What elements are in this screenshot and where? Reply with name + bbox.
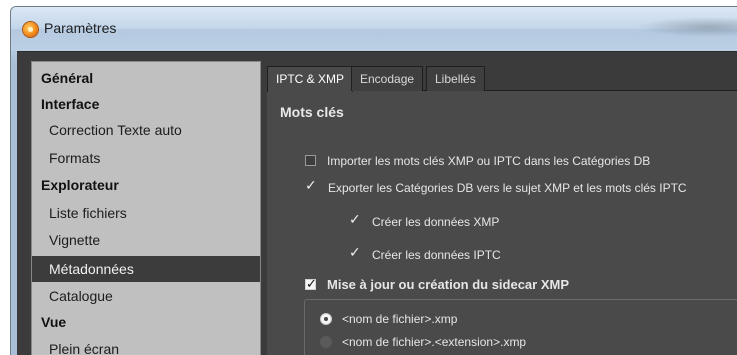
sidecar-name-option-1[interactable]: <nom de fichier>.xmp (320, 309, 457, 329)
sidecar-name-option-2[interactable]: <nom de fichier>.<extension>.xmp (320, 332, 526, 352)
nav-item-correction-texte-auto[interactable]: Correction Texte auto (32, 117, 260, 143)
nav-item-vignette[interactable]: Vignette (32, 227, 260, 253)
nav-item-metadonnees[interactable]: Métadonnées (32, 256, 260, 282)
import-keywords-checkbox[interactable] (305, 155, 316, 166)
section-title: Mots clés (280, 104, 344, 120)
sidecar-update-option[interactable]: Mise à jour ou création du sidecar XMP (305, 275, 569, 295)
create-xmp-option[interactable]: Créer les données XMP (349, 210, 500, 232)
sidecar-name-radio-2[interactable] (320, 336, 332, 348)
tab-encodage[interactable]: Encodage (351, 66, 424, 91)
export-categories-option[interactable]: Exporter les Catégories DB vers le sujet… (305, 176, 687, 198)
import-keywords-label: Importer les mots clés XMP ou IPTC dans … (327, 154, 651, 168)
settings-panel: IPTC & XMP Encodage Libellés Mots clés I… (267, 61, 737, 355)
nav-item-general[interactable]: Général (32, 65, 260, 91)
sidecar-name-radio-1[interactable] (320, 313, 332, 325)
sidecar-update-label: Mise à jour ou création du sidecar XMP (327, 277, 570, 292)
nav-item-liste-fichiers[interactable]: Liste fichiers (32, 200, 260, 226)
nav-item-plein-ecran[interactable]: Plein écran (32, 336, 260, 355)
sidecar-name-label-1: <nom de fichier>.xmp (342, 312, 458, 326)
create-xmp-checkbox[interactable] (349, 210, 361, 230)
title-bar[interactable]: Paramètres (11, 7, 737, 51)
export-categories-label: Exporter les Catégories DB vers le sujet… (328, 181, 687, 195)
nav-item-vue[interactable]: Vue (32, 309, 260, 335)
nav-item-explorateur[interactable]: Explorateur (32, 172, 260, 198)
create-iptc-option[interactable]: Créer les données IPTC (349, 243, 501, 265)
app-logo-icon (23, 22, 38, 37)
tab-libelles[interactable]: Libellés (426, 66, 485, 91)
tab-iptc-xmp[interactable]: IPTC & XMP (267, 66, 354, 92)
dialog-body: Général Interface Correction Texte auto … (17, 51, 737, 355)
sidecar-name-label-2: <nom de fichier>.<extension>.xmp (342, 335, 527, 349)
create-iptc-label: Créer les données IPTC (372, 248, 501, 262)
nav-item-interface[interactable]: Interface (32, 91, 260, 117)
import-keywords-option[interactable]: Importer les mots clés XMP ou IPTC dans … (305, 151, 650, 171)
category-list: Général Interface Correction Texte auto … (31, 61, 261, 355)
sidecar-update-checkbox[interactable] (305, 275, 317, 295)
window-title: Paramètres (44, 20, 117, 36)
create-iptc-checkbox[interactable] (349, 243, 361, 263)
nav-item-catalogue[interactable]: Catalogue (32, 283, 260, 309)
settings-window: Paramètres Général Interface Correction … (10, 6, 737, 355)
create-xmp-label: Créer les données XMP (372, 215, 500, 229)
tab-bar: IPTC & XMP Encodage Libellés (267, 61, 737, 92)
export-categories-checkbox[interactable] (305, 176, 317, 196)
nav-item-formats[interactable]: Formats (32, 145, 260, 171)
